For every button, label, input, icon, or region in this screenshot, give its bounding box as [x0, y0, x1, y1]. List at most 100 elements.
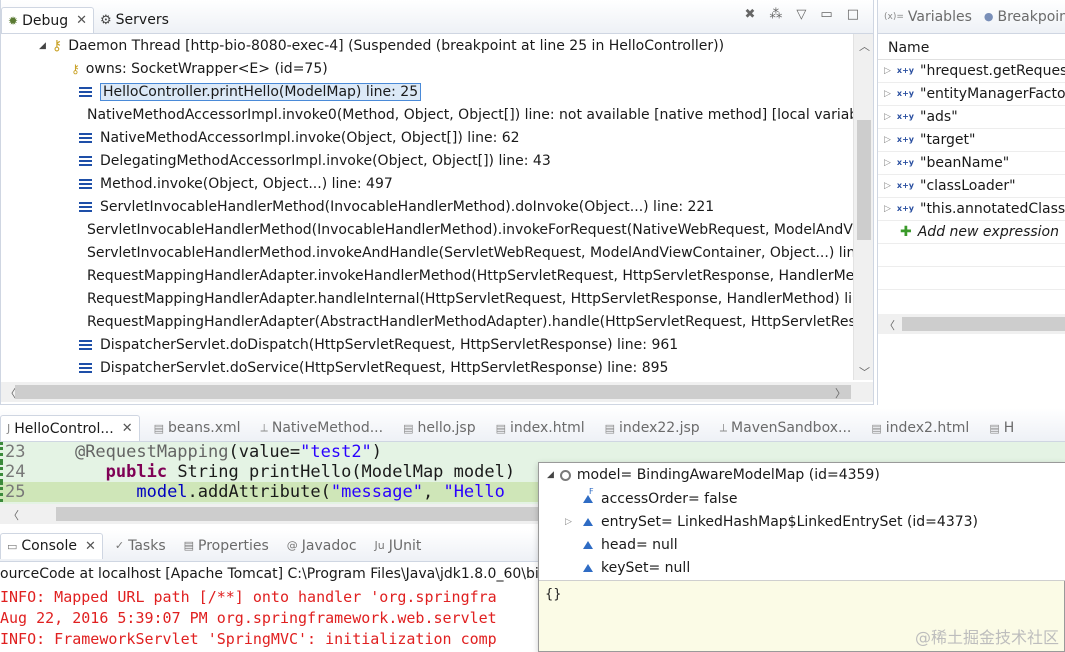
close-icon[interactable]: ✕: [85, 539, 96, 554]
add-expression-row[interactable]: ✚ Add new expression: [878, 221, 1065, 244]
console-output[interactable]: INFO: Mapped URL path [/**] onto handler…: [0, 588, 540, 652]
expand-triangle-icon[interactable]: ▷: [884, 158, 891, 168]
stack-frame[interactable]: RequestMappingHandlerAdapter(AbstractHan…: [1, 310, 853, 333]
expand-triangle-icon[interactable]: ▷: [884, 112, 891, 122]
console-tab-label: Properties: [198, 537, 269, 554]
minimize-icon[interactable]: ▭: [820, 7, 832, 22]
scroll-up-icon[interactable]: ︿: [859, 38, 870, 54]
expression-icon: x+y: [896, 181, 914, 190]
stack-frame[interactable]: Method.invoke(Object, Object...) line: 4…: [1, 172, 853, 195]
editor-tab[interactable]: ▤ index.html: [490, 415, 591, 441]
stack-frame-label: RequestMappingHandlerAdapter.invokeHandl…: [87, 267, 853, 284]
variable-row[interactable]: ▷ x+y "this.annotatedClasse: [878, 198, 1065, 221]
variable-row[interactable]: ▷ x+y "ads": [878, 106, 1065, 129]
popup-field-row[interactable]: keySet= null: [539, 556, 1065, 579]
tab-servers[interactable]: ⚙ Servers: [94, 7, 175, 33]
plus-icon: ✚: [900, 224, 912, 240]
stack-vertical-scrollbar[interactable]: ︿ ﹀: [853, 34, 873, 380]
variable-row[interactable]: ▷ x+y "classLoader": [878, 175, 1065, 198]
editor-tab[interactable]: ▤ H: [983, 415, 1020, 441]
thread-row[interactable]: ◢ ⚷ Daemon Thread [http-bio-8080-exec-4]…: [1, 34, 853, 57]
stack-frame[interactable]: DispatcherServlet.doService(HttpServletR…: [1, 356, 853, 379]
collapse-triangle-icon[interactable]: ◢: [547, 470, 554, 480]
expand-triangle-icon[interactable]: ▷: [884, 89, 891, 99]
inspect-tree: ◢ model= BindingAwareModelMap (id=4359) …: [539, 463, 1065, 581]
console-tab[interactable]: @ Javadoc: [281, 533, 363, 559]
expand-triangle-icon[interactable]: ▷: [884, 66, 891, 76]
stack-frame[interactable]: ServletInvocableHandlerMethod(InvocableH…: [1, 195, 853, 218]
console-tab[interactable]: ▤ Properties: [178, 533, 275, 559]
stack-frame[interactable]: DelegatingMethodAccessorImpl.invoke(Obje…: [1, 149, 853, 172]
scroll-down-icon[interactable]: ﹀: [859, 364, 870, 380]
tab-servers-label: Servers: [115, 12, 169, 28]
expand-triangle-icon[interactable]: ▷: [884, 135, 891, 145]
close-icon[interactable]: ✕: [76, 13, 87, 28]
console-tab[interactable]: Ju JUnit: [369, 533, 428, 559]
scroll-thumb[interactable]: [857, 120, 871, 240]
stack-frame[interactable]: HelloController.printHello(ModelMap) lin…: [1, 80, 853, 103]
popup-root-row[interactable]: ◢ model= BindingAwareModelMap (id=4359): [539, 463, 1065, 487]
scroll-left-icon[interactable]: 〈: [884, 317, 895, 333]
console-view: ▭ Console ✕ ✓ Tasks ▤ Properties @ Javadoc Ju JUni…: [0, 530, 540, 652]
field-triangle-icon: [583, 494, 593, 503]
popup-field-row[interactable]: head= null: [539, 533, 1065, 556]
tab-breakpoints[interactable]: ● Breakpoint: [978, 0, 1065, 34]
editor-tab[interactable]: ▤ index22.jsp: [599, 415, 706, 441]
close-icon[interactable]: ✕: [122, 421, 133, 436]
popup-field-row[interactable]: FaccessOrder= false: [539, 487, 1065, 510]
expand-triangle-icon[interactable]: ▷: [565, 517, 583, 527]
file-icon: ▤: [989, 421, 1000, 435]
var-hscroll-thumb[interactable]: [902, 317, 1065, 331]
owns-row[interactable]: ⚷ owns: SocketWrapper<E> (id=75): [1, 57, 853, 80]
remove-all-terminated-icon[interactable]: ✖: [745, 7, 756, 22]
stack-frame[interactable]: RequestMappingHandlerAdapter.handleInter…: [1, 287, 853, 310]
chevron-down-icon[interactable]: ▽: [796, 7, 806, 22]
hscroll-thumb[interactable]: [15, 385, 851, 399]
stack-frame[interactable]: NativeMethodAccessorImpl.invoke(Object, …: [1, 126, 853, 149]
variables-icon: (x)=: [884, 11, 904, 22]
stack-frame-label: Method.invoke(Object, Object...) line: 4…: [100, 175, 393, 192]
tab-variables[interactable]: (x)= Variables: [878, 0, 978, 34]
scroll-right-icon[interactable]: 〉: [835, 385, 846, 401]
stack-frame[interactable]: ServletInvocableHandlerMethod.invokeAndH…: [1, 241, 853, 264]
editor-tab-label: NativeMethod...: [271, 420, 384, 436]
stack-frame[interactable]: DispatcherServlet.doDispatch(HttpServlet…: [1, 333, 853, 356]
expand-triangle-icon[interactable]: ▷: [884, 204, 891, 214]
popup-field-row[interactable]: ▷ entrySet= LinkedHashMap$LinkedEntrySet …: [539, 510, 1065, 533]
variable-row[interactable]: ▷ x+y "hrequest.getRequest: [878, 60, 1065, 83]
variable-row[interactable]: ▷ x+y "beanName": [878, 152, 1065, 175]
editor-tab[interactable]: ⟂ NativeMethod...: [255, 415, 390, 441]
stack-frame-icon: [79, 201, 92, 212]
tasks-icon: ✓: [114, 539, 125, 552]
stack-frame[interactable]: ServletInvocableHandlerMethod(InvocableH…: [1, 218, 853, 241]
stack-frame[interactable]: NativeMethodAccessorImpl.invoke0(Method,…: [1, 103, 853, 126]
stack-frame[interactable]: RequestMappingHandlerAdapter.invokeHandl…: [1, 264, 853, 287]
editor-tab[interactable]: ⟂ MavenSandbox...: [714, 415, 858, 441]
variable-label: "entityManagerFactor: [920, 86, 1065, 102]
maximize-icon[interactable]: □: [847, 7, 859, 22]
variable-row[interactable]: ▷ x+y "target": [878, 129, 1065, 152]
stack-horizontal-scrollbar[interactable]: 〈 〉: [1, 382, 873, 402]
expression-icon: x+y: [896, 204, 914, 213]
editor-tab[interactable]: ▤ index2.html: [865, 415, 975, 441]
editor-tab[interactable]: J HelloControl... ✕: [0, 415, 140, 441]
editor-hscroll-thumb[interactable]: [56, 507, 540, 521]
console-tab[interactable]: ▭ Console ✕: [0, 532, 103, 559]
code-text: model.addAttribute("message", "Hello: [136, 482, 505, 502]
class-file-icon: ⟂: [260, 421, 268, 434]
column-header[interactable]: Name: [878, 36, 1065, 60]
variables-horizontal-scrollbar[interactable]: 〈: [878, 314, 1065, 334]
view-menu-icon[interactable]: ⁂: [769, 7, 782, 22]
tab-debug[interactable]: ✹ Debug ✕: [1, 7, 95, 33]
expand-triangle-icon[interactable]: ▷: [884, 181, 891, 191]
scroll-left-icon[interactable]: 〈: [8, 507, 19, 523]
stack-frame-icon: [79, 178, 92, 189]
stack-frame-label: NativeMethodAccessorImpl.invoke0(Method,…: [87, 106, 853, 123]
editor-horizontal-scrollbar[interactable]: 〈: [0, 504, 540, 524]
console-tab[interactable]: ✓ Tasks: [109, 533, 172, 559]
editor-tab[interactable]: ▤ beans.xml: [148, 415, 247, 441]
editor-tab[interactable]: ▤ hello.jsp: [397, 415, 482, 441]
expression-icon: x+y: [896, 112, 914, 121]
variable-row[interactable]: ▷ x+y "entityManagerFactor: [878, 83, 1065, 106]
expand-triangle-icon[interactable]: ◢: [39, 41, 46, 51]
